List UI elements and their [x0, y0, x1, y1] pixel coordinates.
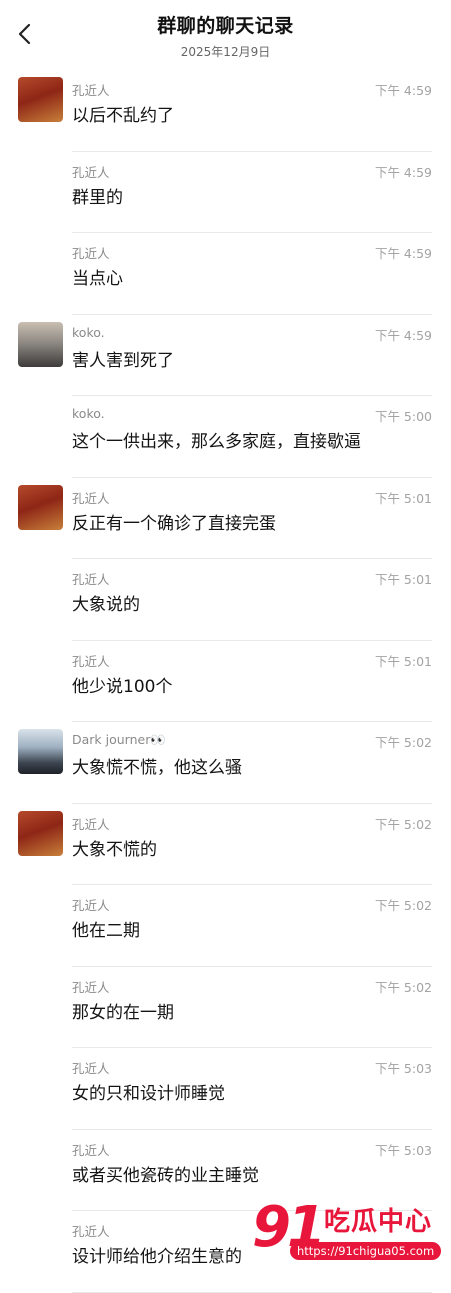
message-text: 他在二期: [72, 916, 140, 941]
message-meta: 孔近人 下午 5:02: [72, 814, 432, 830]
header: 群聊的聊天记录 2025年12月9日: [0, 0, 451, 70]
sender-name: 孔近人: [72, 1221, 110, 1240]
message-time: 下午 5:02: [375, 895, 432, 914]
message-text: 或者买他瓷砖的业主睡觉: [72, 1161, 259, 1186]
divider: [72, 1292, 432, 1293]
message-item[interactable]: 孔近人 下午 5:03 女的只和设计师睡觉: [0, 1048, 451, 1130]
sender-name: 孔近人: [72, 895, 110, 914]
message-meta: 孔近人 下午 5:03: [72, 1140, 432, 1156]
message-text: 害人害到死了: [72, 346, 174, 371]
message-text: 设计师给他介绍生意的: [72, 1242, 242, 1267]
avatar[interactable]: [18, 322, 63, 367]
message-text: 以后不乱约了: [72, 101, 174, 126]
sender-name: 孔近人: [72, 80, 110, 99]
back-button[interactable]: [12, 20, 36, 48]
message-text: 那女的在一期: [72, 998, 174, 1023]
message-item[interactable]: 孔近人 下午 4:59 群里的: [0, 152, 451, 234]
sender-name: 孔近人: [72, 651, 110, 670]
message-item[interactable]: 孔近人 下午 5:01 反正有一个确诊了直接完蛋: [0, 478, 451, 560]
message-text: 大象说的: [72, 590, 140, 615]
message-item[interactable]: 孔近人 下午 5:01 他少说100个: [0, 641, 451, 723]
message-time: 下午 5:02: [375, 814, 432, 833]
sender-name: koko.: [72, 406, 105, 421]
chevron-left-icon: [17, 23, 31, 45]
message-item[interactable]: 孔近人 下午 5:02 那女的在一期: [0, 967, 451, 1049]
message-meta: 孔近人 下午 5:01: [72, 651, 432, 667]
watermark-url: https://91chigua05.com: [290, 1242, 441, 1260]
message-meta: koko. 下午 4:59: [72, 325, 432, 341]
message-time: 下午 4:59: [375, 80, 432, 99]
message-time: 下午 4:59: [375, 162, 432, 181]
message-text: 他少说100个: [72, 672, 172, 697]
message-meta: 孔近人 下午 5:01: [72, 569, 432, 585]
message-text: 当点心: [72, 264, 123, 289]
message-meta: 孔近人 下午 4:59: [72, 80, 432, 96]
message-meta: 孔近人 下午 4:59: [72, 162, 432, 178]
sender-name: 孔近人: [72, 1058, 110, 1077]
sender-name: 孔近人: [72, 569, 110, 588]
message-time: 下午 5:03: [375, 1058, 432, 1077]
avatar[interactable]: [18, 729, 63, 774]
message-time: 下午 5:01: [375, 651, 432, 670]
message-item[interactable]: 孔近人 下午 5:02 他在二期: [0, 885, 451, 967]
message-item[interactable]: 孔近人 下午 5:02 大象不慌的: [0, 804, 451, 886]
sender-name: 孔近人: [72, 488, 110, 507]
message-item[interactable]: 孔近人 下午 5:01 大象说的: [0, 559, 451, 641]
message-item[interactable]: Dark journer👀 下午 5:02 大象慌不慌，他这么骚: [0, 722, 451, 804]
sender-name: 孔近人: [72, 243, 110, 262]
message-text: 群里的: [72, 183, 123, 208]
message-meta: koko. 下午 5:00: [72, 406, 432, 422]
avatar[interactable]: [18, 77, 63, 122]
sender-name: 孔近人: [72, 977, 110, 996]
message-time: 下午 4:59: [375, 243, 432, 262]
avatar[interactable]: [18, 811, 63, 856]
avatar[interactable]: [18, 485, 63, 530]
message-time: 下午 5:02: [375, 977, 432, 996]
message-time: 下午 5:00: [375, 406, 432, 425]
message-meta: 孔近人 下午 4:59: [72, 243, 432, 259]
message-time: 下午 5:03: [375, 1140, 432, 1159]
page-title: 群聊的聊天记录: [0, 0, 451, 38]
page-date: 2025年12月9日: [0, 43, 451, 60]
sender-name: Dark journer👀: [72, 732, 166, 748]
message-time: 下午 4:59: [375, 325, 432, 344]
message-time: 下午 5:02: [375, 732, 432, 751]
message-meta: 孔近人 下午 5:01: [72, 488, 432, 504]
message-text: 女的只和设计师睡觉: [72, 1079, 225, 1104]
message-meta: 孔近人 下午 5:03: [72, 1058, 432, 1074]
message-item[interactable]: 孔近人 下午 4:59 当点心: [0, 233, 451, 315]
message-text: 这个一供出来，那么多家庭，直接歇逼: [72, 427, 361, 452]
sender-name: 孔近人: [72, 162, 110, 181]
message-meta: 孔近人 下午 5:02: [72, 977, 432, 993]
message-meta: Dark journer👀 下午 5:02: [72, 732, 432, 748]
message-meta: 孔近人 下午 5:02: [72, 895, 432, 911]
message-item[interactable]: 孔近人 下午 4:59 以后不乱约了: [0, 70, 451, 152]
message-list: 孔近人下午 4:59以后不乱约了孔近人下午 4:59群里的孔近人下午 4:59当…: [0, 70, 451, 1293]
message-text: 大象慌不慌，他这么骚: [72, 753, 242, 778]
message-time: 下午 5:01: [375, 488, 432, 507]
message-text: 大象不慌的: [72, 835, 157, 860]
sender-name: koko.: [72, 325, 105, 340]
sender-name: 孔近人: [72, 1140, 110, 1159]
message-text: 反正有一个确诊了直接完蛋: [72, 509, 276, 534]
watermark: 91 吃瓜中心 https://91chigua05.com: [252, 1198, 447, 1268]
message-item[interactable]: koko. 下午 5:00 这个一供出来，那么多家庭，直接歇逼: [0, 396, 451, 478]
sender-name: 孔近人: [72, 814, 110, 833]
message-time: 下午 5:01: [375, 569, 432, 588]
watermark-name: 吃瓜中心: [324, 1204, 432, 1240]
message-item[interactable]: koko. 下午 4:59 害人害到死了: [0, 315, 451, 397]
